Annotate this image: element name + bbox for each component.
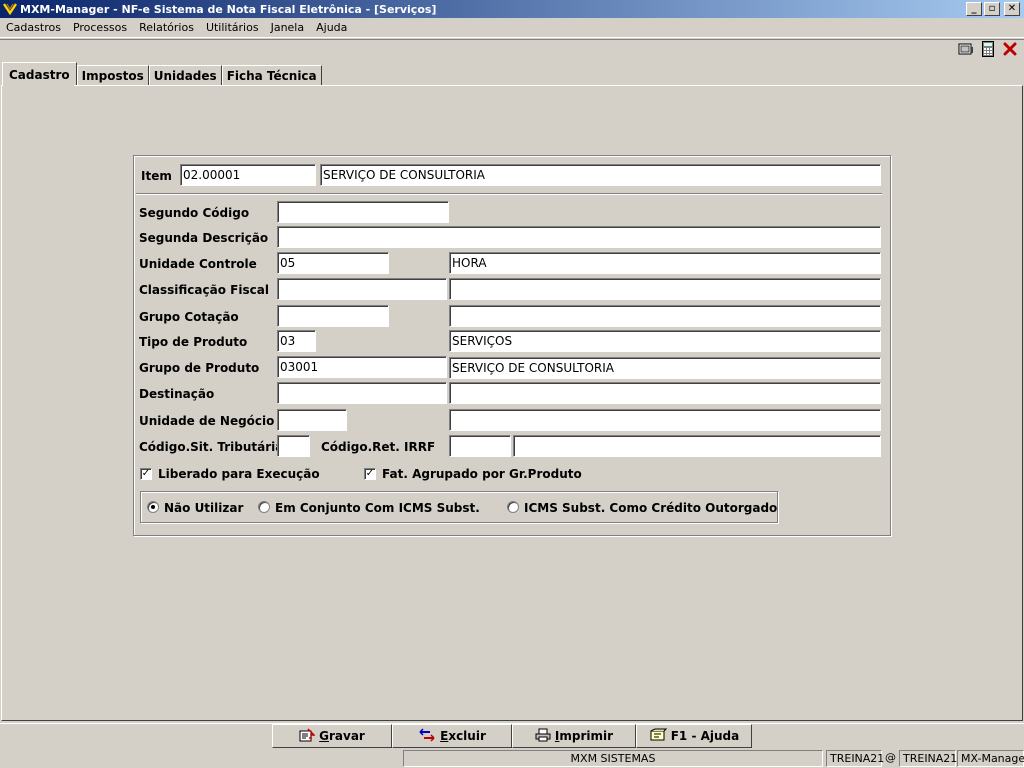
radio-credito-outorgado-label: ICMS Subst. Como Crédito Outorgado	[524, 501, 778, 515]
status-company: MXM SISTEMAS	[403, 750, 823, 767]
imprimir-button[interactable]: Imprimir	[512, 724, 636, 748]
radio-em-conjunto-label: Em Conjunto Com ICMS Subst.	[275, 501, 480, 515]
document-icon[interactable]	[958, 41, 974, 57]
grupo-produto-desc-field[interactable]: SERVIÇO DE CONSULTORIA	[449, 357, 881, 379]
item-label: Item	[141, 169, 172, 183]
radio-em-conjunto[interactable]	[258, 501, 270, 513]
unidade-negocio-desc-field[interactable]	[449, 409, 881, 431]
help-book-icon	[649, 728, 667, 745]
liberado-label: Liberado para Execução	[158, 467, 320, 481]
menu-relatorios[interactable]: Relatórios	[133, 21, 200, 34]
cod-ret-irrf-label: Código.Ret. IRRF	[321, 440, 436, 454]
unidade-controle-desc-field[interactable]: HORA	[449, 252, 881, 274]
segundo-codigo-field[interactable]	[277, 201, 449, 223]
tipo-produto-label: Tipo de Produto	[139, 335, 248, 349]
classificacao-fiscal-label: Classificação Fiscal	[139, 283, 269, 297]
tab-cadastro[interactable]: Cadastro	[2, 62, 77, 86]
item-desc-field[interactable]: SERVIÇO DE CONSULTORIA	[320, 164, 881, 186]
title-bar: MXM-Manager - NF-e Sistema de Nota Fisca…	[0, 0, 1024, 18]
unidade-negocio-label: Unidade de Negócio	[139, 414, 275, 428]
tipo-produto-code-field[interactable]: 03	[277, 330, 316, 352]
calculator-icon[interactable]	[980, 41, 996, 57]
delete-arrows-icon	[418, 727, 436, 745]
status-bar: MXM SISTEMAS TREINA21 @ TREINA21 MX-Mana…	[0, 749, 1024, 768]
menu-ajuda[interactable]: Ajuda	[310, 21, 353, 34]
segundo-codigo-label: Segundo Código	[139, 206, 250, 220]
minimize-button[interactable]: _	[966, 2, 982, 16]
destinacao-code-field[interactable]	[277, 382, 447, 404]
cod-sit-tributaria-label: Código.Sit. Tributária	[139, 440, 284, 454]
radio-nao-utilizar[interactable]	[147, 501, 159, 513]
window-title: MXM-Manager - NF-e Sistema de Nota Fisca…	[20, 2, 437, 16]
toolbar	[0, 39, 1024, 61]
close-x-icon[interactable]	[1002, 41, 1018, 57]
radio-nao-utilizar-label: Não Utilizar	[164, 501, 244, 515]
tab-ficha-tecnica[interactable]: Ficha Técnica	[221, 65, 322, 86]
tab-unidades[interactable]: Unidades	[148, 65, 222, 86]
segunda-descricao-field[interactable]	[277, 226, 881, 248]
status-app: MX-Manager	[957, 750, 1024, 767]
destinacao-label: Destinação	[139, 387, 215, 401]
printer-icon	[535, 728, 551, 745]
tab-impostos[interactable]: Impostos	[76, 65, 149, 86]
menu-processos[interactable]: Processos	[67, 21, 133, 34]
unidade-negocio-code-field[interactable]	[277, 409, 347, 431]
status-user: TREINA21	[826, 750, 884, 767]
grupo-produto-label: Grupo de Produto	[139, 361, 260, 375]
grupo-cotacao-label: Grupo Cotação	[139, 310, 239, 324]
cod-ret-irrf-desc-field[interactable]	[513, 435, 881, 457]
close-window-button[interactable]: ✕	[1004, 2, 1020, 16]
tipo-produto-desc-field[interactable]: SERVIÇOS	[449, 330, 881, 352]
app-logo-icon	[2, 1, 18, 17]
grupo-cotacao-code-field[interactable]	[277, 305, 389, 327]
save-icon	[299, 727, 316, 745]
grupo-produto-code-field[interactable]: 03001	[277, 356, 447, 378]
classificacao-fiscal-code-field[interactable]	[277, 278, 447, 300]
excluir-button[interactable]: Excluir	[392, 724, 512, 748]
segunda-descricao-label: Segunda Descrição	[139, 231, 269, 245]
tab-strip: Cadastro Impostos Unidades Ficha Técnica	[2, 62, 322, 86]
fat-agrupado-label: Fat. Agrupado por Gr.Produto	[382, 467, 582, 481]
cod-ret-irrf-code-field[interactable]	[449, 435, 511, 457]
grupo-cotacao-desc-field[interactable]	[449, 305, 881, 327]
menu-bar: Cadastros Processos Relatórios Utilitári…	[0, 18, 1024, 38]
item-code-field[interactable]: 02.00001	[180, 164, 316, 186]
status-at: @	[885, 751, 896, 764]
liberado-checkbox[interactable]: ✓	[140, 468, 152, 480]
separator	[136, 193, 882, 195]
classificacao-fiscal-desc-field[interactable]	[449, 278, 881, 300]
menu-janela[interactable]: Janela	[265, 21, 311, 34]
unidade-controle-code-field[interactable]: 05	[277, 252, 389, 274]
radio-credito-outorgado[interactable]	[507, 501, 519, 513]
fat-agrupado-checkbox[interactable]: ✓	[364, 468, 376, 480]
restore-button[interactable]: ▫	[984, 2, 1000, 16]
gravar-button[interactable]: Gravar	[272, 724, 392, 748]
ajuda-button[interactable]: F1 - Ajuda	[636, 724, 752, 748]
unidade-controle-label: Unidade Controle	[139, 257, 257, 271]
status-database: TREINA21	[899, 750, 957, 767]
destinacao-desc-field[interactable]	[449, 382, 881, 404]
menu-utilitarios[interactable]: Utilitários	[200, 21, 265, 34]
menu-cadastros[interactable]: Cadastros	[0, 21, 67, 34]
cod-sit-tributaria-field[interactable]	[277, 435, 310, 457]
